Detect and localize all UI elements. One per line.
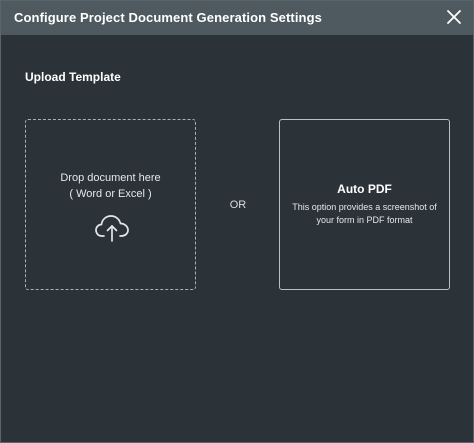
template-drop-zone[interactable]: Drop document here ( Word or Excel ) [25,119,196,290]
configure-settings-dialog: Configure Project Document Generation Se… [0,0,474,443]
auto-pdf-title: Auto PDF [337,182,392,196]
upload-template-heading: Upload Template [25,70,121,84]
drop-file-types: ( Word or Excel ) [69,188,152,200]
close-icon [447,10,461,24]
close-button[interactable] [443,6,465,28]
or-separator: OR [229,199,247,211]
dialog-title: Configure Project Document Generation Se… [14,10,322,25]
drop-instruction: Drop document here [60,172,161,184]
cloud-upload-icon [95,215,129,242]
dialog-titlebar: Configure Project Document Generation Se… [1,1,473,35]
auto-pdf-option[interactable]: Auto PDF This option provides a screensh… [279,119,450,290]
auto-pdf-description: This option provides a screenshot of you… [292,202,437,225]
